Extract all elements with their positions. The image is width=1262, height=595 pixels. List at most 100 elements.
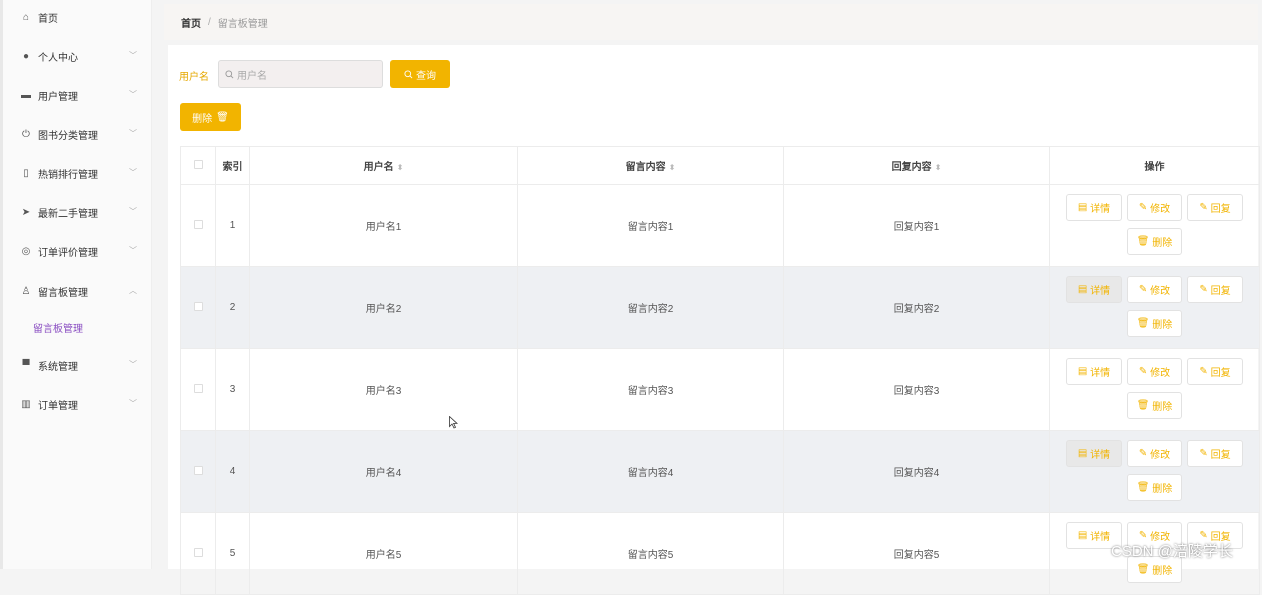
detail-button[interactable]: ▤ 详情 xyxy=(1066,358,1122,385)
row-checkbox[interactable] xyxy=(193,547,203,557)
select-all-cell[interactable] xyxy=(180,146,216,185)
settings-icon: ◎ xyxy=(21,245,31,257)
edit-icon: ✎ xyxy=(1199,284,1211,295)
reply-button[interactable]: ✎ 回复 xyxy=(1187,358,1243,385)
sidebar-subitem-message-board[interactable]: 留言板管理 xyxy=(3,315,151,339)
watermark: CSDN @涪陵学长 xyxy=(1111,543,1233,560)
select-all-checkbox[interactable] xyxy=(193,159,203,169)
detail-label: 详情 xyxy=(1090,204,1111,215)
cell-index: 4 xyxy=(215,430,250,513)
cell-username: 用户名1 xyxy=(249,184,518,267)
sidebar-item-label: 系统管理 xyxy=(38,361,78,373)
cell-actions: ▤ 详情 ✎ 修改 ✎ 回复 🗑 删除 xyxy=(1049,348,1260,431)
query-button[interactable]: 查询 xyxy=(390,60,450,88)
column-header-reply[interactable]: 回复内容 ⬍ xyxy=(783,146,1050,185)
row-checkbox[interactable] xyxy=(193,219,203,229)
edit-button[interactable]: ✎ 修改 xyxy=(1127,194,1182,221)
cell-reply: 回复内容5 xyxy=(783,512,1050,595)
column-header-content[interactable]: 留言内容 ⬍ xyxy=(517,146,784,185)
delete-button[interactable]: 🗑 删除 xyxy=(1127,392,1182,419)
sidebar-item-second-hand[interactable]: ➤ 最新二手管理 ﹀ xyxy=(3,197,151,227)
table-row: 5 用户名5 留言内容5 回复内容5 ▤ 详情 ✎ 修改 ✎ 回复 🗑 删除 xyxy=(180,512,1260,595)
detail-button[interactable]: ▤ 详情 xyxy=(1066,276,1122,303)
table-header-row: 索引 用户名 ⬍ 留言内容 ⬍ 回复内容 ⬍ 操作 xyxy=(180,146,1260,185)
edit-button[interactable]: ✎ 修改 xyxy=(1127,358,1182,385)
breadcrumb-home[interactable]: 首页 xyxy=(181,15,201,30)
sidebar-item-orders[interactable]: ▥ 订单管理 ﹀ xyxy=(3,389,151,419)
edit-button[interactable]: ✎ 修改 xyxy=(1127,276,1182,303)
search-input[interactable]: 用户名 xyxy=(218,60,383,88)
sidebar-item-book-category[interactable]: ⏻ 图书分类管理 ﹀ xyxy=(3,119,151,149)
trash-icon: 🗑 xyxy=(1136,482,1153,493)
trash-icon: 🗑 xyxy=(216,111,229,123)
delete-button[interactable]: 🗑 删除 xyxy=(1127,228,1182,255)
batch-delete-button[interactable]: 删除 🗑 xyxy=(180,103,241,131)
cell-actions: ▤ 详情 ✎ 修改 ✎ 回复 🗑 删除 xyxy=(1049,430,1260,513)
row-checkbox[interactable] xyxy=(193,301,203,311)
sidebar-item-system[interactable]: ▀ 系统管理 ﹀ xyxy=(3,350,151,380)
user-icon: ● xyxy=(22,50,30,62)
detail-button[interactable]: ▤ 详情 xyxy=(1066,194,1122,221)
breadcrumb-separator: / xyxy=(208,16,211,28)
row-select-cell[interactable] xyxy=(180,512,216,595)
column-header-username[interactable]: 用户名 ⬍ xyxy=(249,146,518,185)
row-checkbox[interactable] xyxy=(193,465,203,475)
edit-label: 修改 xyxy=(1150,286,1171,297)
cell-content: 留言内容3 xyxy=(517,348,784,431)
delete-button-label: 删除 xyxy=(192,113,213,125)
edit-icon: ✎ xyxy=(1138,202,1151,213)
sidebar-item-label: 订单评价管理 xyxy=(38,247,98,259)
cell-username: 用户名4 xyxy=(249,430,518,513)
reply-button[interactable]: ✎ 回复 xyxy=(1187,440,1243,467)
cell-index: 1 xyxy=(215,184,250,267)
delete-button[interactable]: 🗑 删除 xyxy=(1127,474,1182,501)
detail-label: 详情 xyxy=(1090,286,1111,297)
sort-icon[interactable]: ⬍ xyxy=(397,163,404,172)
sidebar-item-personal-center[interactable]: ● 个人中心 ﹀ xyxy=(3,41,151,71)
mouse-cursor-icon xyxy=(449,416,458,429)
detail-icon: ▤ xyxy=(1077,202,1091,213)
reply-label: 回复 xyxy=(1210,368,1231,379)
sort-icon[interactable]: ⬍ xyxy=(935,163,942,172)
sidebar-item-user-management[interactable]: ▬ 用户管理 ﹀ xyxy=(3,80,151,110)
reply-label: 回复 xyxy=(1210,204,1231,215)
sidebar-item-label: 最新二手管理 xyxy=(38,208,98,220)
edit-button[interactable]: ✎ 修改 xyxy=(1127,440,1182,467)
detail-button[interactable]: ▤ 详情 xyxy=(1066,440,1122,467)
reply-button[interactable]: ✎ 回复 xyxy=(1187,276,1243,303)
cell-content: 留言内容4 xyxy=(517,430,784,513)
trash-icon: 🗑 xyxy=(1136,400,1153,411)
chevron-down-icon: ﹀ xyxy=(129,90,137,99)
sidebar-item-order-review[interactable]: ◎ 订单评价管理 ﹀ xyxy=(3,236,151,266)
sidebar-item-message-board[interactable]: ♙ 留言板管理 ︿ xyxy=(3,276,151,306)
sidebar-item-home[interactable]: ⌂ 首页 xyxy=(3,2,151,32)
delete-label: 删除 xyxy=(1152,238,1173,249)
cell-reply: 回复内容3 xyxy=(783,348,1050,431)
breadcrumb-current: 留言板管理 xyxy=(217,18,268,30)
delete-label: 删除 xyxy=(1152,320,1173,331)
detail-label: 详情 xyxy=(1090,532,1111,543)
sidebar-item-label: 图书分类管理 xyxy=(38,130,98,142)
sidebar-item-hot-ranking[interactable]: ▯ 热销排行管理 ﹀ xyxy=(3,158,151,188)
row-select-cell[interactable] xyxy=(180,348,216,431)
sort-icon[interactable]: ⬍ xyxy=(669,163,676,172)
edit-icon: ✎ xyxy=(1138,448,1151,459)
sidebar: ⌂ 首页 ● 个人中心 ﹀ ▬ 用户管理 ﹀ ⏻ 图书分类管理 ﹀ ▯ 热销排行… xyxy=(0,0,152,569)
delete-label: 删除 xyxy=(1152,402,1173,413)
person-icon: ♙ xyxy=(21,285,31,297)
row-select-cell[interactable] xyxy=(180,430,216,513)
search-placeholder: 用户名 xyxy=(237,70,267,82)
message-table: 索引 用户名 ⬍ 留言内容 ⬍ 回复内容 ⬍ 操作 1 用户名1 留言内容1 回复内容… xyxy=(180,146,1260,595)
row-select-cell[interactable] xyxy=(180,266,216,349)
reply-button[interactable]: ✎ 回复 xyxy=(1187,194,1243,221)
detail-icon: ▤ xyxy=(1077,366,1091,377)
cell-index: 5 xyxy=(215,512,250,595)
cell-reply: 回复内容2 xyxy=(783,266,1050,349)
chevron-up-icon: ︿ xyxy=(129,286,137,295)
row-checkbox[interactable] xyxy=(193,383,203,393)
sidebar-item-label: 留言板管理 xyxy=(38,287,88,299)
row-select-cell[interactable] xyxy=(180,184,216,267)
breadcrumb: 首页 / 留言板管理 xyxy=(164,4,1258,40)
table-row: 1 用户名1 留言内容1 回复内容1 ▤ 详情 ✎ 修改 ✎ 回复 🗑 删除 xyxy=(180,184,1260,267)
delete-button[interactable]: 🗑 删除 xyxy=(1127,310,1182,337)
